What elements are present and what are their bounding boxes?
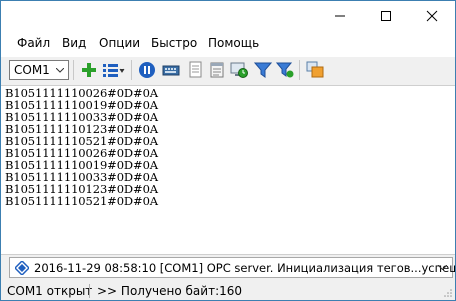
app-window: Файл Вид Опции Быстро Помощь COM1 B10511… [0, 0, 456, 301]
device-button[interactable] [161, 60, 181, 80]
pause-icon [139, 62, 155, 78]
close-icon [426, 10, 438, 22]
title-bar [1, 1, 455, 31]
add-icon [82, 63, 96, 77]
port-select[interactable]: COM1 [9, 60, 69, 80]
filter-settings-icon [276, 62, 294, 78]
monitor-clock-button[interactable] [229, 60, 249, 80]
minimize-button[interactable] [317, 1, 363, 31]
document-icon [189, 61, 202, 78]
menu-view[interactable]: Вид [62, 36, 86, 50]
bytes-received: >> Получено байт:160 [97, 284, 243, 298]
windows-icon [306, 61, 324, 78]
status-bar: COM1 открыт >> Получено байт:160 [1, 281, 455, 300]
filter-icon [254, 62, 272, 78]
menu-bar: Файл Вид Опции Быстро Помощь [1, 31, 455, 57]
menu-quick[interactable]: Быстро [151, 36, 197, 50]
menu-help[interactable]: Помощь [208, 36, 259, 50]
list-menu-button[interactable] [101, 60, 127, 80]
port-select-value: COM1 [14, 63, 50, 77]
resize-grip-icon[interactable] [443, 288, 453, 298]
windows-button[interactable] [305, 60, 325, 80]
notepad-button[interactable] [207, 60, 227, 80]
diamond-info-icon [15, 261, 29, 275]
status-separator [89, 284, 90, 298]
chevron-down-icon [438, 265, 447, 270]
port-status: COM1 открыт [7, 284, 93, 298]
log-line: B1051111110521#0D#0A [5, 194, 158, 208]
pause-button[interactable] [137, 60, 157, 80]
document-button[interactable] [185, 60, 205, 80]
menu-options[interactable]: Опции [99, 36, 140, 50]
filter-button[interactable] [253, 60, 273, 80]
close-button[interactable] [409, 1, 455, 31]
notepad-icon [210, 62, 224, 78]
filter-settings-button[interactable] [275, 60, 295, 80]
log-output[interactable]: B1051111110026#0D#0A B1051111110019#0D#0… [1, 85, 455, 255]
minimize-icon [335, 15, 345, 17]
list-menu-icon [103, 64, 125, 77]
maximize-button[interactable] [363, 1, 409, 31]
event-log-select[interactable]: 2016-11-29 08:58:10 [COM1] OPC server. И… [9, 257, 456, 278]
monitor-clock-icon [230, 62, 248, 78]
maximize-icon [381, 11, 391, 21]
toolbar-separator [131, 60, 132, 80]
add-button[interactable] [79, 60, 99, 80]
toolbar-separator [73, 60, 74, 80]
toolbar-separator [299, 60, 300, 80]
menu-file[interactable]: Файл [17, 36, 50, 50]
device-icon [162, 65, 180, 76]
event-log-text: 2016-11-29 08:58:10 [COM1] OPC server. И… [34, 261, 456, 275]
chevron-down-icon [56, 68, 64, 73]
toolbar: COM1 [1, 57, 455, 85]
